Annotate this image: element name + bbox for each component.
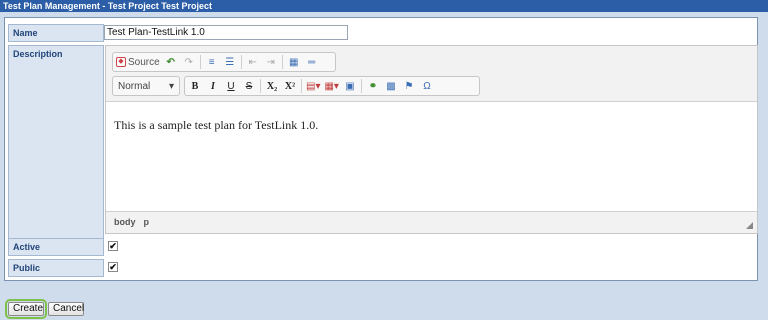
- active-checkbox[interactable]: ✔: [108, 241, 120, 253]
- undo-icon[interactable]: ↶: [164, 54, 178, 70]
- checkmark-icon: ✔: [108, 262, 118, 272]
- toolbar-separator: [301, 79, 302, 93]
- path-element-body[interactable]: body: [114, 217, 136, 227]
- special-char-icon[interactable]: Ω: [420, 78, 434, 94]
- path-element-p[interactable]: p: [144, 217, 150, 227]
- horizontal-rule-icon[interactable]: ═: [305, 54, 319, 70]
- toolbar-group-formatting: B I U S X₂ X² ▤▾ ▦▾ ▣ ⚭ ▩ ⚑ Ω: [184, 76, 480, 96]
- link-icon[interactable]: ⚭: [366, 78, 380, 94]
- description-text: This is a sample test plan for TestLink …: [114, 118, 319, 132]
- underline-icon[interactable]: U: [224, 78, 238, 94]
- numbered-list-icon[interactable]: ≡: [205, 54, 219, 70]
- toolbar-separator: [199, 55, 201, 69]
- source-icon: ◆: [116, 57, 126, 67]
- resize-grip-icon[interactable]: [746, 222, 753, 229]
- text-color-icon[interactable]: ▤▾: [306, 78, 320, 94]
- image-icon[interactable]: ▣: [343, 78, 357, 94]
- toolbar-separator: [260, 79, 261, 93]
- active-label: Active: [8, 238, 104, 256]
- public-label: Public: [8, 259, 104, 277]
- toolbar-separator: [240, 55, 242, 69]
- name-label: Name: [8, 24, 104, 42]
- create-button[interactable]: Create: [5, 299, 47, 319]
- bulleted-list-icon[interactable]: ☰: [223, 54, 237, 70]
- strikethrough-icon[interactable]: S: [242, 78, 256, 94]
- table-insert-icon[interactable]: ▦▾: [324, 78, 338, 94]
- toolbar-group-document: ◆ Source ↶ ↷ ≡ ☰ ⇤ ⇥ ▦ ═: [112, 52, 336, 72]
- format-value: Normal: [118, 80, 151, 92]
- public-checkbox[interactable]: ✔: [108, 262, 120, 274]
- table-icon[interactable]: ▦: [287, 54, 301, 70]
- window-title: Test Plan Management - Test Project Test…: [0, 0, 768, 12]
- bold-icon[interactable]: B: [188, 78, 202, 94]
- outdent-icon[interactable]: ⇤: [246, 54, 260, 70]
- flag-icon[interactable]: ⚑: [402, 78, 416, 94]
- superscript-icon[interactable]: X²: [283, 78, 297, 94]
- checkmark-icon: ✔: [108, 241, 118, 251]
- embed-icon[interactable]: ▩: [384, 78, 398, 94]
- source-label: Source: [128, 56, 160, 68]
- cancel-button[interactable]: Cancel: [48, 302, 84, 316]
- subscript-icon[interactable]: X₂: [265, 78, 279, 94]
- test-plan-form: Name Description ◆Source ↶ ↷ ≡ ☰ ⇤ ⇥ ▦ ═…: [4, 17, 758, 281]
- chevron-down-icon: ▾: [168, 80, 174, 92]
- editor-path-bar: body p: [106, 211, 757, 233]
- redo-icon[interactable]: ↷: [182, 54, 196, 70]
- italic-icon[interactable]: I: [206, 78, 220, 94]
- description-editor[interactable]: ◆Source ↶ ↷ ≡ ☰ ⇤ ⇥ ▦ ═ Normal ▾ B I U: [105, 45, 758, 234]
- toolbar-separator: [281, 55, 283, 69]
- format-select[interactable]: Normal ▾: [112, 76, 180, 96]
- description-label: Description: [8, 45, 104, 252]
- name-input[interactable]: [104, 25, 348, 40]
- source-button[interactable]: ◆ Source: [116, 54, 160, 70]
- toolbar-separator: [360, 79, 362, 93]
- editor-toolbar: ◆Source ↶ ↷ ≡ ☰ ⇤ ⇥ ▦ ═ Normal ▾ B I U: [106, 46, 757, 102]
- editor-content-area[interactable]: This is a sample test plan for TestLink …: [106, 103, 757, 211]
- indent-icon[interactable]: ⇥: [264, 54, 278, 70]
